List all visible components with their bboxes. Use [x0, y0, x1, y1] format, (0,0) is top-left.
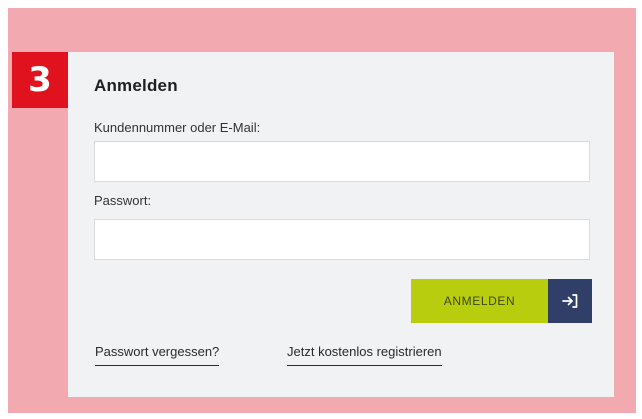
forgot-password-link[interactable]: Passwort vergessen? [95, 344, 220, 366]
login-submit-group[interactable]: ANMELDEN [411, 279, 592, 323]
step-number-badge: 3 [12, 52, 68, 108]
customer-number-input[interactable] [94, 141, 590, 182]
login-card: Anmelden Kundennummer oder E-Mail: Passw… [68, 52, 614, 397]
sign-in-arrow-icon[interactable] [548, 279, 592, 323]
login-title: Anmelden [94, 76, 178, 95]
customer-number-label: Kundennummer oder E-Mail: [94, 120, 261, 135]
register-link[interactable]: Jetzt kostenlos registrieren [287, 344, 442, 366]
password-input[interactable] [94, 219, 590, 260]
login-button[interactable]: ANMELDEN [411, 279, 548, 323]
password-label: Passwort: [94, 193, 152, 208]
